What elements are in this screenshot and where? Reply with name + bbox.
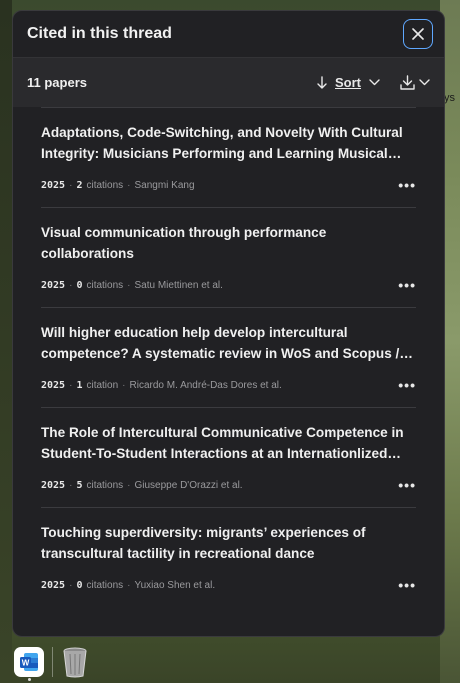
paper-meta: 2025 · 5 citations · Giuseppe D'Orazzi e… xyxy=(41,477,416,493)
paper-year: 2025 xyxy=(41,379,66,391)
separator: · xyxy=(69,479,73,491)
sort-button[interactable]: Sort xyxy=(317,75,380,90)
paper-item[interactable]: Adaptations, Code-Switching, and Novelty… xyxy=(41,108,416,208)
citation-count: 1 xyxy=(76,379,83,391)
paper-item[interactable]: Will higher education help develop inter… xyxy=(41,308,416,408)
paper-title-line: Student-To-Student Interactions at an In… xyxy=(41,446,401,461)
word-logo-icon: W xyxy=(20,652,38,671)
separator: · xyxy=(69,179,73,191)
cited-panel: Cited in this thread 11 papers Sort Adap… xyxy=(12,10,445,637)
chevron-down-icon xyxy=(419,79,430,86)
separator: · xyxy=(69,279,73,291)
separator: · xyxy=(127,179,131,191)
more-options-icon[interactable]: ••• xyxy=(398,377,416,393)
toolbar: 11 papers Sort xyxy=(13,57,444,107)
paper-meta: 2025 · 0 citations · Yuxiao Shen et al. … xyxy=(41,577,416,593)
more-options-icon[interactable]: ••• xyxy=(398,277,416,293)
dock-separator xyxy=(52,646,53,677)
paper-authors: Sangmi Kang xyxy=(134,179,195,191)
citation-label: citations xyxy=(86,179,124,191)
paper-meta-info: 2025 · 1 citation · Ricardo M. André-Das… xyxy=(41,380,282,391)
paper-year: 2025 xyxy=(41,179,66,191)
download-icon xyxy=(400,75,415,90)
paper-title-line: Touching superdiversity: migrants’ exper… xyxy=(41,525,366,540)
dock: W xyxy=(10,640,100,683)
more-options-icon[interactable]: ••• xyxy=(398,477,416,493)
running-indicator xyxy=(28,678,31,681)
paper-year: 2025 xyxy=(41,479,66,491)
arrow-down-icon xyxy=(317,76,327,89)
background-text: ys xyxy=(444,92,455,104)
paper-meta-info: 2025 · 5 citations · Giuseppe D'Orazzi e… xyxy=(41,480,243,491)
paper-title[interactable]: The Role of Intercultural Communicative … xyxy=(41,422,416,464)
citation-count: 5 xyxy=(76,479,83,491)
separator: · xyxy=(127,579,131,591)
close-icon xyxy=(412,28,424,40)
paper-meta: 2025 · 2 citations · Sangmi Kang ••• xyxy=(41,177,416,193)
paper-authors: Satu Miettinen et al. xyxy=(134,279,223,291)
paper-meta-info: 2025 · 2 citations · Sangmi Kang xyxy=(41,180,195,191)
paper-item[interactable]: The Role of Intercultural Communicative … xyxy=(41,408,416,508)
paper-title-line: transcultural tactility in recreational … xyxy=(41,546,315,561)
panel-title: Cited in this thread xyxy=(27,25,172,42)
close-button[interactable] xyxy=(403,19,433,49)
paper-meta-info: 2025 · 0 citations · Yuxiao Shen et al. xyxy=(41,580,215,591)
paper-title-line: Visual communication through performance… xyxy=(41,225,327,261)
paper-authors: Yuxiao Shen et al. xyxy=(134,579,216,591)
separator: · xyxy=(127,279,131,291)
panel-header: Cited in this thread xyxy=(13,11,444,57)
citation-count: 0 xyxy=(76,579,83,591)
citation-label: citations xyxy=(86,579,124,591)
paper-title-line: Adaptations, Code-Switching, and Novelty… xyxy=(41,125,403,140)
paper-meta-info: 2025 · 0 citations · Satu Miettinen et a… xyxy=(41,280,223,291)
paper-item[interactable]: Visual communication through performance… xyxy=(41,208,416,308)
more-options-icon[interactable]: ••• xyxy=(398,577,416,593)
paper-year: 2025 xyxy=(41,279,66,291)
separator: · xyxy=(127,479,131,491)
paper-count: 11 papers xyxy=(27,75,87,90)
paper-list: Adaptations, Code-Switching, and Novelty… xyxy=(13,107,444,593)
citation-count: 0 xyxy=(76,279,83,291)
background-left xyxy=(0,0,12,683)
chevron-down-icon xyxy=(369,79,380,86)
paper-title-line: competence? A systematic review in WoS a… xyxy=(41,346,413,361)
paper-year: 2025 xyxy=(41,579,66,591)
paper-authors: Giuseppe D'Orazzi et al. xyxy=(134,479,243,491)
paper-authors: Ricardo M. André-Das Dores et al. xyxy=(129,379,282,391)
download-button[interactable] xyxy=(400,75,430,90)
sort-label: Sort xyxy=(335,75,361,90)
citation-label: citation xyxy=(86,379,119,391)
separator: · xyxy=(69,579,73,591)
trash-icon[interactable] xyxy=(61,646,89,678)
paper-meta: 2025 · 0 citations · Satu Miettinen et a… xyxy=(41,277,416,293)
citation-label: citations xyxy=(86,479,124,491)
paper-item[interactable]: Touching superdiversity: migrants’ exper… xyxy=(41,508,416,593)
more-options-icon[interactable]: ••• xyxy=(398,177,416,193)
citation-count: 2 xyxy=(76,179,83,191)
word-app-icon[interactable]: W xyxy=(14,646,44,677)
separator: · xyxy=(122,379,126,391)
paper-title-line: Will higher education help develop inter… xyxy=(41,325,348,340)
paper-title[interactable]: Adaptations, Code-Switching, and Novelty… xyxy=(41,122,416,164)
paper-title[interactable]: Will higher education help develop inter… xyxy=(41,322,416,364)
separator: · xyxy=(69,379,73,391)
paper-title-line: Integrity: Musicians Performing and Lear… xyxy=(41,146,402,161)
paper-meta: 2025 · 1 citation · Ricardo M. André-Das… xyxy=(41,377,416,393)
paper-title-line: The Role of Intercultural Communicative … xyxy=(41,425,404,440)
paper-title[interactable]: Touching superdiversity: migrants’ exper… xyxy=(41,522,416,564)
citation-label: citations xyxy=(86,279,124,291)
toolbar-actions: Sort xyxy=(317,75,430,90)
paper-title[interactable]: Visual communication through performance… xyxy=(41,222,416,264)
word-letter: W xyxy=(22,658,30,667)
